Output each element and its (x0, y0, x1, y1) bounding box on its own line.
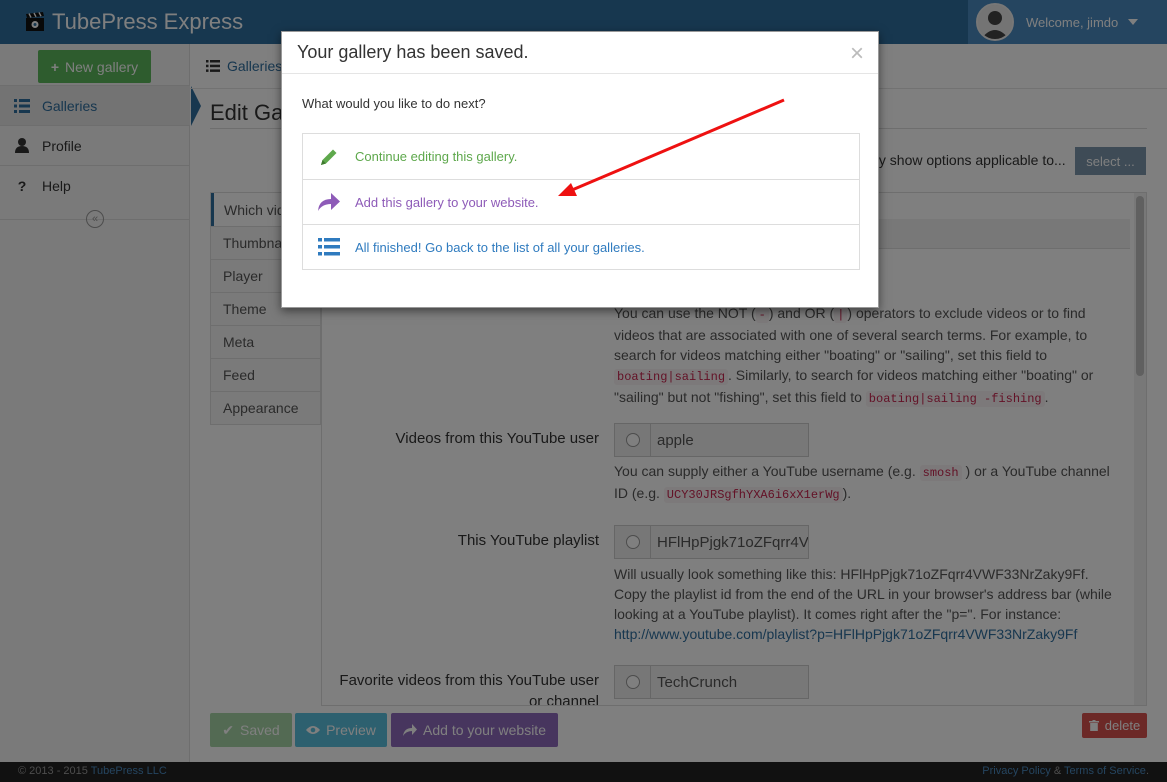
modal-question: What would you like to do next? (302, 96, 486, 111)
add-to-website-label: Add this gallery to your website. (355, 194, 539, 210)
next-step-list: Continue editing this gallery. Add this … (302, 133, 860, 270)
back-to-galleries-option[interactable]: All finished! Go back to the list of all… (303, 224, 859, 269)
continue-editing-option[interactable]: Continue editing this gallery. (303, 134, 859, 179)
list-icon (318, 238, 340, 256)
share-icon (318, 193, 340, 211)
gallery-saved-modal: Your gallery has been saved. × What woul… (281, 31, 879, 308)
modal-title: Your gallery has been saved. (297, 42, 529, 62)
back-to-galleries-label: All finished! Go back to the list of all… (355, 239, 645, 255)
add-to-website-option[interactable]: Add this gallery to your website. (303, 179, 859, 224)
close-icon[interactable]: × (850, 40, 864, 68)
pencil-icon (321, 149, 337, 165)
continue-editing-label: Continue editing this gallery. (355, 149, 518, 164)
divider (282, 73, 878, 74)
